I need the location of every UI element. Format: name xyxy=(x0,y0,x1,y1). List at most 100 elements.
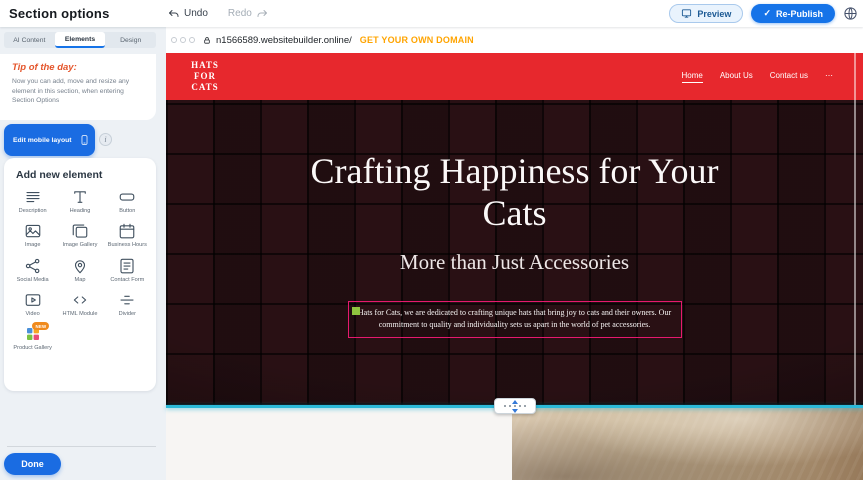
site-url: n1566589.websitebuilder.online/ xyxy=(216,35,352,46)
element-label: Map xyxy=(75,277,86,284)
next-section-blank xyxy=(166,408,512,480)
element-item-product-gallery[interactable]: NEW Product Gallery xyxy=(9,325,56,352)
element-label: Divider xyxy=(119,311,136,318)
video-icon xyxy=(24,291,42,309)
nav-contact-us[interactable]: Contact us xyxy=(770,71,808,82)
tip-body: Now you can add, move and resize any ele… xyxy=(12,77,144,106)
element-item-divider[interactable]: Divider xyxy=(104,291,151,318)
site-logo[interactable]: HATS FOR CATS xyxy=(180,60,230,92)
contact-form-icon xyxy=(118,257,136,275)
redo-button[interactable]: Redo xyxy=(228,8,268,20)
element-label: Social Media xyxy=(17,277,49,284)
tip-title: Tip of the day: xyxy=(12,62,144,73)
element-item-button[interactable]: Button xyxy=(104,188,151,215)
element-label: Contact Form xyxy=(110,277,144,284)
sidebar: AI Content Elements Design Tip of the da… xyxy=(0,27,166,480)
selected-text-element[interactable]: Hats for Cats, we are dedicated to craft… xyxy=(348,301,682,338)
image-gallery-icon xyxy=(71,222,89,240)
next-section-photo xyxy=(512,408,863,480)
element-item-image[interactable]: Image xyxy=(9,222,56,249)
element-item-description[interactable]: Description xyxy=(9,188,56,215)
nav-about-us[interactable]: About Us xyxy=(720,71,753,82)
description-icon xyxy=(24,188,42,206)
undo-icon xyxy=(168,8,180,20)
window-dot-icon xyxy=(171,37,177,43)
monitor-icon xyxy=(681,8,692,19)
preview-button[interactable]: Preview xyxy=(669,4,743,23)
hero-section: Crafting Happiness for Your Cats More th… xyxy=(166,100,863,405)
divider-icon xyxy=(118,291,136,309)
map-icon xyxy=(71,257,89,275)
social-media-icon xyxy=(24,257,42,275)
image-icon xyxy=(24,222,42,240)
tab-design[interactable]: Design xyxy=(105,32,156,48)
redo-icon xyxy=(256,8,268,20)
add-element-title: Add new element xyxy=(4,158,156,181)
element-item-contact-form[interactable]: Contact Form xyxy=(104,257,151,284)
topbar-actions: Preview ✓ Re-Publish xyxy=(669,0,858,27)
history-controls: Undo Redo xyxy=(168,0,268,27)
arrow-up-icon xyxy=(512,400,518,404)
browser-chrome-bar: n1566589.websitebuilder.online/ GET YOUR… xyxy=(166,27,863,53)
preview-scrollbar[interactable] xyxy=(854,53,856,405)
drag-handle[interactable] xyxy=(352,307,360,315)
arrow-down-icon xyxy=(512,409,518,413)
element-label: Product Gallery xyxy=(13,345,52,352)
check-icon: ✓ xyxy=(763,8,771,19)
site-preview-area: n1566589.websitebuilder.online/ GET YOUR… xyxy=(166,27,863,480)
nav-home[interactable]: Home xyxy=(682,71,703,83)
element-grid: Description Heading Button Image Image G… xyxy=(4,188,156,352)
window-dot-icon xyxy=(180,37,186,43)
element-item-social-media[interactable]: Social Media xyxy=(9,257,56,284)
tab-elements[interactable]: Elements xyxy=(55,32,106,48)
element-label: Button xyxy=(119,208,135,215)
button-icon xyxy=(118,188,136,206)
element-label: Video xyxy=(26,311,40,318)
element-label: Heading xyxy=(70,208,91,215)
nav-more-icon[interactable]: ⋯ xyxy=(825,71,833,82)
site-header: HATS FOR CATS Home About Us Contact us ⋯ xyxy=(166,53,863,100)
preview-label: Preview xyxy=(697,9,731,19)
hero-paragraph: Hats for Cats, we are dedicated to craft… xyxy=(358,307,672,332)
element-label: HTML Module xyxy=(63,311,98,318)
element-label: Image Gallery xyxy=(63,242,98,249)
republish-label: Re-Publish xyxy=(776,9,823,19)
sidebar-tabs: AI Content Elements Design xyxy=(4,32,156,48)
new-badge: NEW xyxy=(32,322,49,330)
element-item-html-module[interactable]: HTML Module xyxy=(56,291,103,318)
lock-icon xyxy=(203,36,211,45)
site-nav: Home About Us Contact us ⋯ xyxy=(682,71,834,83)
element-label: Image xyxy=(25,242,41,249)
hero-subheadline[interactable]: More than Just Accessories xyxy=(166,250,863,275)
tab-ai-content[interactable]: AI Content xyxy=(4,32,55,48)
element-item-business-hours[interactable]: Business Hours xyxy=(104,222,151,249)
grip-dots-icon xyxy=(504,405,526,407)
section-resize-handle[interactable] xyxy=(494,398,536,414)
html-module-icon xyxy=(71,291,89,309)
next-section xyxy=(166,408,863,480)
business-hours-icon xyxy=(118,222,136,240)
phone-icon xyxy=(79,132,90,148)
element-item-map[interactable]: Map xyxy=(56,257,103,284)
element-item-video[interactable]: Video xyxy=(9,291,56,318)
window-dot-icon xyxy=(189,37,195,43)
language-globe-button[interactable] xyxy=(843,6,858,21)
add-element-panel: Add new element Description Heading Butt… xyxy=(4,158,156,391)
done-button[interactable]: Done xyxy=(4,453,61,475)
element-item-heading[interactable]: Heading xyxy=(56,188,103,215)
republish-button[interactable]: ✓ Re-Publish xyxy=(751,4,835,23)
top-toolbar: Section options Undo Redo Preview ✓ Re-P… xyxy=(0,0,863,27)
redo-label: Redo xyxy=(228,8,252,19)
undo-button[interactable]: Undo xyxy=(168,8,208,20)
globe-icon xyxy=(843,6,858,21)
hero-headline[interactable]: Crafting Happiness for Your Cats xyxy=(166,150,863,235)
element-label: Description xyxy=(19,208,47,215)
heading-icon xyxy=(71,188,89,206)
edit-mobile-label: Edit mobile layout xyxy=(13,137,72,144)
get-domain-link[interactable]: GET YOUR OWN DOMAIN xyxy=(360,35,474,45)
page-title: Section options xyxy=(9,6,110,21)
undo-label: Undo xyxy=(184,8,208,19)
edit-mobile-layout-button[interactable]: Edit mobile layout xyxy=(4,124,95,156)
info-button[interactable]: i xyxy=(99,133,112,146)
element-item-image-gallery[interactable]: Image Gallery xyxy=(56,222,103,249)
